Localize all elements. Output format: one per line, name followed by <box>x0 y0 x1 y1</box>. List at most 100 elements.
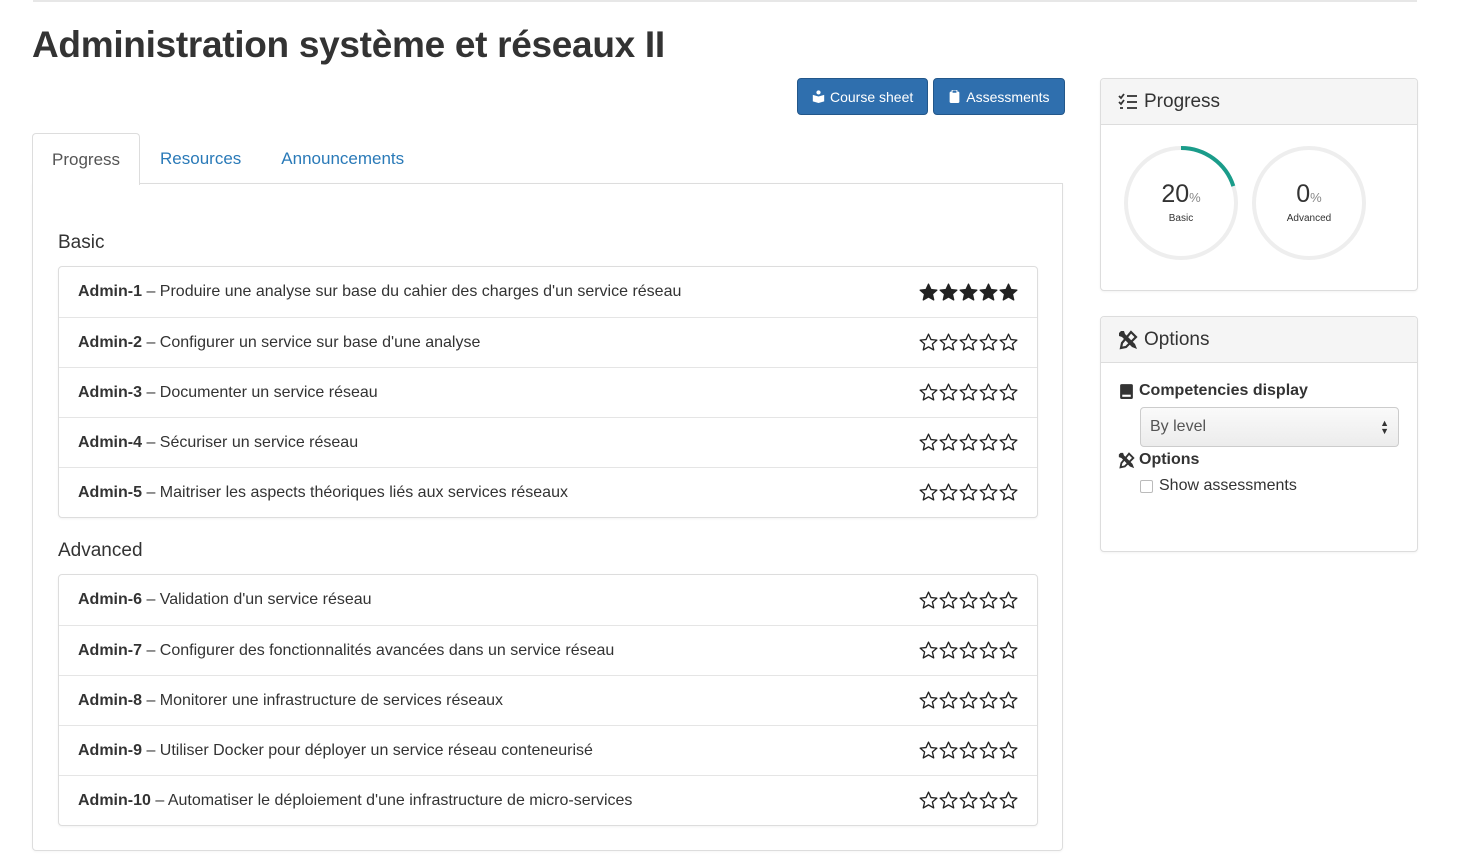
competency-description: – Utiliser Docker pour déployer un servi… <box>142 741 593 759</box>
show-assessments-label: Show assessments <box>1159 477 1297 494</box>
star-empty-icon <box>999 741 1018 759</box>
competencies-display-value: By level <box>1150 418 1207 435</box>
competency-code: Admin-8 <box>78 691 142 709</box>
options-panel-title: Options <box>1144 328 1210 350</box>
show-assessments-checkbox[interactable] <box>1140 479 1153 493</box>
select-arrows-icon: ▲ ▼ <box>1380 418 1389 436</box>
star-empty-icon <box>919 641 938 659</box>
star-empty-icon <box>919 483 938 501</box>
section-title-basic: Basic <box>58 232 105 253</box>
competency-description: – Configurer des fonctionnalités avancée… <box>142 641 615 659</box>
competency-text: Admin-3 – Documenter un service réseau <box>78 384 378 402</box>
competency-row[interactable]: Admin-1 – Produire une analyse sur base … <box>59 267 1037 317</box>
competency-code: Admin-5 <box>78 483 142 501</box>
competencies-display-select[interactable]: By level ▲ ▼ <box>1140 407 1399 447</box>
star-empty-icon <box>939 691 958 709</box>
star-empty-icon <box>999 383 1018 401</box>
course-tabs: Progress Resources Announcements <box>32 133 424 185</box>
competency-row[interactable]: Admin-8 – Monitorer une infrastructure d… <box>59 675 1037 725</box>
star-rating <box>919 383 1018 402</box>
competency-text: Admin-6 – Validation d'un service réseau <box>78 591 372 609</box>
star-empty-icon <box>959 383 978 401</box>
star-rating <box>919 282 1018 302</box>
competency-row[interactable]: Admin-6 – Validation d'un service réseau <box>59 575 1037 625</box>
top-divider <box>33 0 1417 2</box>
star-rating <box>919 483 1018 502</box>
progress-panel-title: Progress <box>1144 90 1221 112</box>
options-label: Options <box>1118 451 1400 469</box>
star-empty-icon <box>959 590 978 609</box>
competencies-display-text: Competencies display <box>1139 382 1308 399</box>
star-empty-icon <box>959 791 978 809</box>
competency-row[interactable]: Admin-10 – Automatiser le déploiement d'… <box>59 775 1037 825</box>
star-rating <box>919 333 1018 352</box>
gauge-advanced-unit: % <box>1310 190 1322 205</box>
tab-announcements[interactable]: Announcements <box>261 133 424 184</box>
options-panel-heading: Options <box>1101 317 1417 363</box>
competency-text: Admin-9 – Utiliser Docker pour déployer … <box>78 742 593 760</box>
star-filled-icon <box>919 282 938 301</box>
star-rating <box>919 641 1018 660</box>
competency-text: Admin-8 – Monitorer une infrastructure d… <box>78 692 503 710</box>
tasks-list-icon <box>1118 92 1137 109</box>
star-empty-icon <box>959 433 978 451</box>
tools-icon <box>1118 451 1135 468</box>
competency-text: Admin-4 – Sécuriser un service réseau <box>78 434 358 452</box>
star-empty-icon <box>939 590 958 609</box>
gauge-advanced-label: Advanced <box>1286 213 1332 224</box>
competency-code: Admin-2 <box>78 333 142 351</box>
star-empty-icon <box>939 383 958 401</box>
star-empty-icon <box>999 333 1018 351</box>
section-title-advanced: Advanced <box>58 540 143 561</box>
star-empty-icon <box>919 590 938 609</box>
progress-panel-heading: Progress <box>1101 79 1417 125</box>
competency-text: Admin-2 – Configurer un service sur base… <box>78 334 480 352</box>
competency-list-basic: Admin-1 – Produire une analyse sur base … <box>58 266 1038 518</box>
competency-code: Admin-3 <box>78 383 142 401</box>
star-empty-icon <box>979 333 998 351</box>
competency-description: – Automatiser le déploiement d'une infra… <box>150 791 633 809</box>
competency-code: Admin-7 <box>78 641 142 659</box>
competency-description: – Sécuriser un service réseau <box>142 433 359 451</box>
star-filled-icon <box>979 282 998 301</box>
clipboard-icon <box>949 90 960 103</box>
competency-row[interactable]: Admin-7 – Configurer des fonctionnalités… <box>59 625 1037 675</box>
assessments-button[interactable]: Assessments <box>933 78 1065 115</box>
competency-row[interactable]: Admin-4 – Sécuriser un service réseau <box>59 417 1037 467</box>
competency-code: Admin-10 <box>78 791 151 809</box>
course-sheet-label: Course sheet <box>830 88 914 105</box>
tab-resources[interactable]: Resources <box>140 133 261 184</box>
star-empty-icon <box>979 483 998 501</box>
gauge-basic-value: 20 <box>1161 180 1190 208</box>
competency-row[interactable]: Admin-5 – Maitriser les aspects théoriqu… <box>59 467 1037 517</box>
star-rating <box>919 433 1018 452</box>
star-filled-icon <box>959 282 978 301</box>
star-empty-icon <box>919 333 938 351</box>
competency-row[interactable]: Admin-3 – Documenter un service réseau <box>59 367 1037 417</box>
competency-description: – Configurer un service sur base d'une a… <box>142 333 481 351</box>
competency-list-advanced: Admin-6 – Validation d'un service réseau… <box>58 574 1038 826</box>
tab-progress[interactable]: Progress <box>32 133 141 185</box>
book-icon <box>1120 383 1133 399</box>
progress-panel: Progress 20% Basic 0% Advanced <box>1100 78 1418 291</box>
course-sheet-button[interactable]: Course sheet <box>797 78 929 115</box>
competency-row[interactable]: Admin-9 – Utiliser Docker pour déployer … <box>59 725 1037 775</box>
star-empty-icon <box>919 433 938 451</box>
star-empty-icon <box>979 590 998 609</box>
show-assessments-option[interactable]: Show assessments <box>1140 477 1400 495</box>
competencies-display-label: Competencies display <box>1118 382 1400 400</box>
options-label-text: Options <box>1139 451 1200 468</box>
competency-text: Admin-7 – Configurer des fonctionnalités… <box>78 642 614 660</box>
competency-description: – Produire une analyse sur base du cahie… <box>142 283 682 300</box>
star-empty-icon <box>999 590 1018 609</box>
star-empty-icon <box>939 641 958 659</box>
gauge-basic-unit: % <box>1189 190 1201 205</box>
star-empty-icon <box>959 483 978 501</box>
star-empty-icon <box>979 741 998 759</box>
page-title: Administration système et réseaux II <box>32 24 665 65</box>
competency-row[interactable]: Admin-2 – Configurer un service sur base… <box>59 317 1037 367</box>
star-empty-icon <box>919 691 938 709</box>
star-rating <box>919 791 1018 810</box>
star-rating <box>919 691 1018 710</box>
gauge-basic-label: Basic <box>1168 213 1194 224</box>
